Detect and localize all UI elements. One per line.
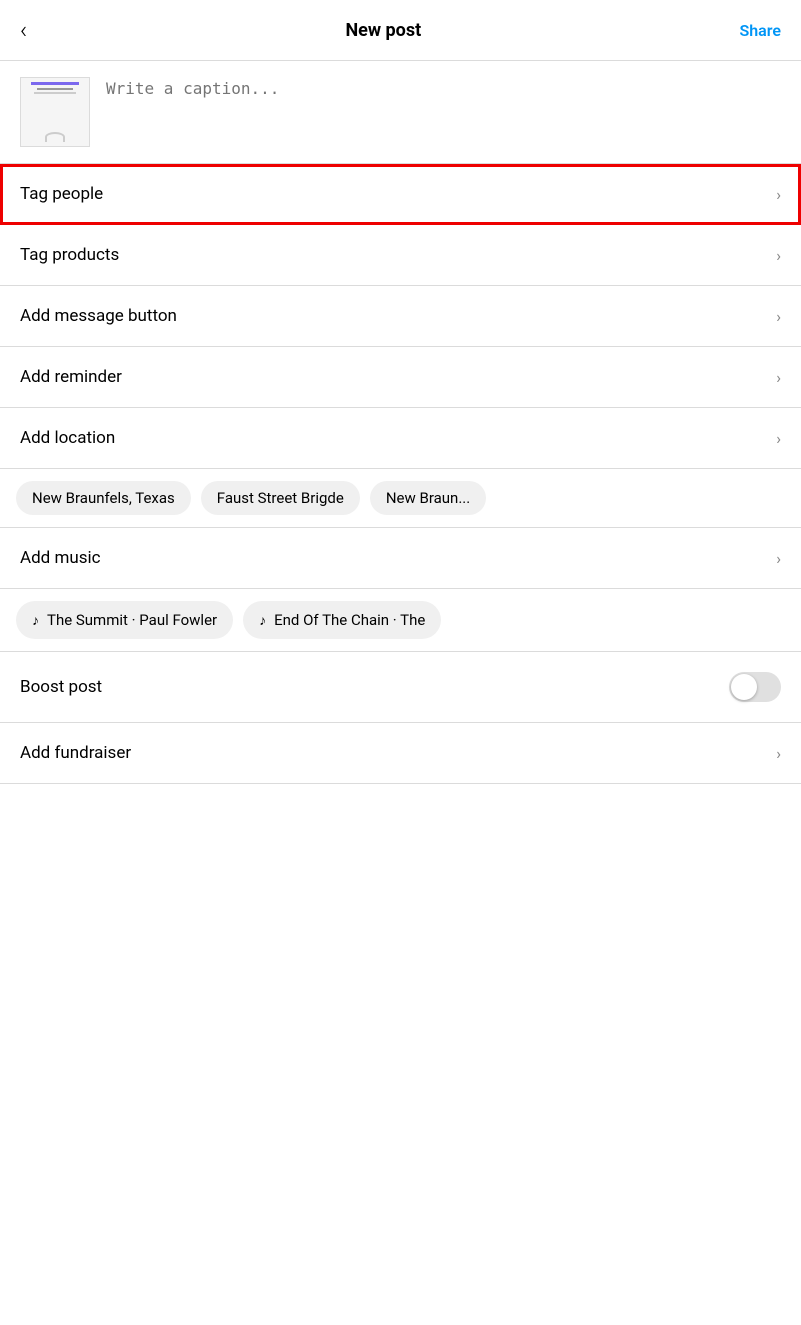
page-title: New post [345,20,421,41]
thumbnail-circle [45,132,65,142]
music-chip-label-0: The Summit · Paul Fowler [47,611,217,629]
back-button[interactable]: ‹ [20,16,27,44]
music-note-icon-1: ♪ [259,612,266,629]
add-reminder-label: Add reminder [20,367,122,387]
thumbnail-decoration-2 [37,88,73,90]
boost-post-label: Boost post [20,677,102,697]
add-location-item[interactable]: Add location › [0,408,801,469]
music-note-icon-0: ♪ [32,612,39,629]
location-chip-2[interactable]: New Braun... [370,481,486,515]
caption-area [0,61,801,164]
boost-toggle[interactable] [729,672,781,702]
location-chip-1[interactable]: Faust Street Brigde [201,481,360,515]
tag-people-item[interactable]: Tag people › [0,164,801,225]
music-chip-label-1: End Of The Chain · The [274,611,425,629]
music-chip-0[interactable]: ♪ The Summit · Paul Fowler [16,601,233,639]
add-message-chevron: › [776,307,781,326]
add-message-button-label: Add message button [20,306,177,326]
tag-people-chevron: › [776,185,781,204]
toggle-knob [731,674,757,700]
header: ‹ New post Share [0,0,801,61]
add-location-label: Add location [20,428,115,448]
add-message-button-item[interactable]: Add message button › [0,286,801,347]
caption-input[interactable] [106,77,781,136]
music-chip-1[interactable]: ♪ End Of The Chain · The [243,601,441,639]
tag-products-label: Tag products [20,245,119,265]
add-reminder-item[interactable]: Add reminder › [0,347,801,408]
share-button[interactable]: Share [739,21,781,40]
add-fundraiser-item[interactable]: Add fundraiser › [0,723,801,784]
add-reminder-chevron: › [776,368,781,387]
tag-people-label: Tag people [20,184,103,204]
add-music-chevron: › [776,549,781,568]
add-location-chevron: › [776,429,781,448]
music-chips-row: ♪ The Summit · Paul Fowler ♪ End Of The … [0,589,801,652]
location-chip-0[interactable]: New Braunfels, Texas [16,481,191,515]
location-chips-row: New Braunfels, Texas Faust Street Brigde… [0,469,801,528]
add-fundraiser-label: Add fundraiser [20,743,131,763]
tag-products-chevron: › [776,246,781,265]
add-music-item[interactable]: Add music › [0,528,801,589]
post-thumbnail [20,77,90,147]
tag-products-item[interactable]: Tag products › [0,225,801,286]
add-fundraiser-chevron: › [776,744,781,763]
add-music-label: Add music [20,548,101,568]
menu-list: Tag people › Tag products › Add message … [0,164,801,469]
thumbnail-decoration-3 [34,92,76,94]
thumbnail-decoration-1 [31,82,79,85]
boost-post-item: Boost post [0,652,801,723]
